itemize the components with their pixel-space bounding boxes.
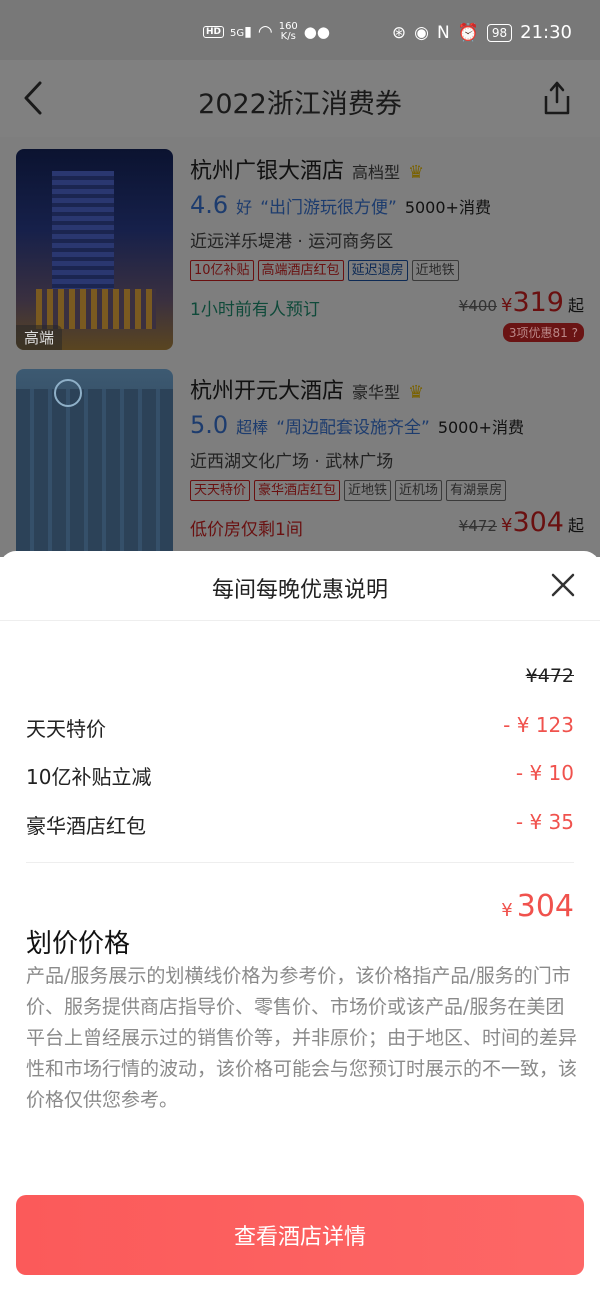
discount-label: 10亿补贴立减 [26,765,152,789]
price-suffix: 起 [567,296,584,315]
current-price: ¥319 [501,287,564,318]
crown-icon: ♛ [408,382,425,403]
crown-icon: ♛ [408,162,425,183]
currency-symbol: ¥ [500,515,513,536]
price-block: ¥472 ¥304 起 [459,507,584,538]
hotel-list: 高端 杭州广银大酒店 高档型 ♛ 4.6 好 “出门游玩很方便” 5000+消费… [0,137,600,557]
hotel-photo: 高端 [16,149,173,350]
net-speed-unit: K/s [280,31,296,42]
discount-amount: - ¥ 10 [515,761,574,785]
tag-chip: 有湖景房 [446,480,507,501]
nav-bar: 2022浙江消费券 [0,60,600,137]
hotel-score: 5.0 [190,411,229,439]
help-icon: ? [571,326,578,340]
tag-chip: 10亿补贴 [190,260,254,281]
currency-symbol: ¥ [500,295,513,316]
promo-label: 3项优惠81 [508,326,568,340]
final-price-value: 304 [516,889,574,924]
hotel-location: 近西湖文化广场 · 武林广场 [190,452,394,472]
hotel-type: 高档型 [352,163,401,182]
nfc-icon: ⊛ [391,22,407,43]
tag-chip: 豪华酒店红包 [254,480,341,501]
thumb-tag: 高端 [16,325,63,350]
status-left: HD 5G▮ ◠ 160 K/s ●● [203,22,330,42]
status-right: ⊛ ◉ N ⏰ 98 21:30 [392,22,572,43]
hotel-type: 豪华型 [352,383,401,402]
hotel-score: 4.6 [190,191,229,219]
divider [0,620,600,621]
availability-note: 低价房仅剩1间 [190,520,303,540]
original-price: ¥400 [458,297,497,315]
promo-badge[interactable]: 3项优惠81 ? [502,323,584,342]
tag-chip: 高端酒店红包 [257,260,344,281]
discount-amount: - ¥ 123 [503,713,574,737]
wechat-icon: ●● [303,23,330,41]
discount-label: 天天特价 [26,717,106,741]
n-icon: N [436,22,450,43]
hotel-tags: 10亿补贴 高端酒店红包 延迟退房 近地铁 [190,260,588,281]
wifi-icon: ◠ [257,22,273,42]
status-bar: HD 5G▮ ◠ 160 K/s ●● ⊛ ◉ N ⏰ 98 21:30 [0,0,600,60]
hotel-card[interactable]: 高端 杭州广银大酒店 高档型 ♛ 4.6 好 “出门游玩很方便” 5000+消费… [0,137,600,357]
final-price: ¥304 [501,889,574,924]
review-quote: “周边配套设施齐全” [276,418,430,438]
original-price: ¥472 [525,665,574,687]
tag-chip: 近地铁 [344,480,392,501]
signal-icon: 5G▮ [230,24,252,40]
alarm-icon: ⏰ [457,22,479,43]
divider [26,862,574,863]
hotel-name: 杭州开元大酒店 [190,379,345,404]
discount-row: 天天特价 - ¥ 123 [26,713,574,742]
tag-chip: 延迟退房 [347,260,408,281]
hd-badge: HD [203,26,225,38]
booking-note: 1小时前有人预订 [190,300,320,320]
strike-price-title: 划价价格 [26,929,131,959]
tag-chip: 近地铁 [411,260,459,281]
hotel-name: 杭州广银大酒店 [190,159,345,184]
eye-icon: ◉ [414,22,429,43]
price-suffix: 起 [567,516,584,535]
battery-indicator: 98 [486,23,513,42]
hotel-info: 杭州广银大酒店 高档型 ♛ 4.6 好 “出门游玩很方便” 5000+消费 近远… [190,153,588,281]
hotel-logo-icon [54,379,82,407]
share-icon[interactable] [540,80,574,116]
view-hotel-details-button[interactable]: 查看酒店详情 [16,1195,584,1275]
discount-row: 10亿补贴立减 - ¥ 10 [26,761,574,790]
currency-symbol: ¥ [501,900,513,921]
tag-chip: 天天特价 [190,480,251,501]
price-value: 319 [512,287,564,318]
signal-label: 5G [230,28,245,39]
review-quote: “出门游玩很方便” [260,198,397,218]
close-icon[interactable] [550,572,576,598]
price-block: ¥400 ¥319 起 [459,287,584,318]
tag-chip: 近机场 [395,480,443,501]
sheet-title: 每间每晚优惠说明 [211,578,388,603]
hotel-photo [16,369,173,557]
clock: 21:30 [520,22,572,43]
original-price: ¥472 [458,517,497,535]
net-speed: 160 K/s [279,22,298,42]
discount-amount: - ¥ 35 [515,810,574,834]
discount-row: 豪华酒店红包 - ¥ 35 [26,810,574,839]
hotel-tags: 天天特价 豪华酒店红包 近地铁 近机场 有湖景房 [190,480,588,501]
hotel-info: 杭州开元大酒店 豪华型 ♛ 5.0 超棒 “周边配套设施齐全” 5000+消费 … [190,373,588,501]
page-title: 2022浙江消费券 [198,89,402,120]
score-word: 超棒 [236,418,269,437]
price-value: 304 [512,507,564,538]
strike-price-description: 产品/服务展示的划横线价格为参考价，该价格指产品/服务的门市价、服务提供商店指导… [26,965,578,1111]
consumption-count: 5000+消费 [404,198,491,217]
consumption-count: 5000+消费 [437,418,524,437]
score-word: 好 [236,198,253,217]
hotel-card[interactable]: 杭州开元大酒店 豪华型 ♛ 5.0 超棒 “周边配套设施齐全” 5000+消费 … [0,357,600,557]
discount-sheet: 每间每晚优惠说明 ¥472 天天特价 - ¥ 123 10亿补贴立减 - ¥ 1… [0,551,600,1291]
discount-label: 豪华酒店红包 [26,814,146,838]
hotel-location: 近远洋乐堤港 · 运河商务区 [190,232,394,252]
current-price: ¥304 [501,507,564,538]
